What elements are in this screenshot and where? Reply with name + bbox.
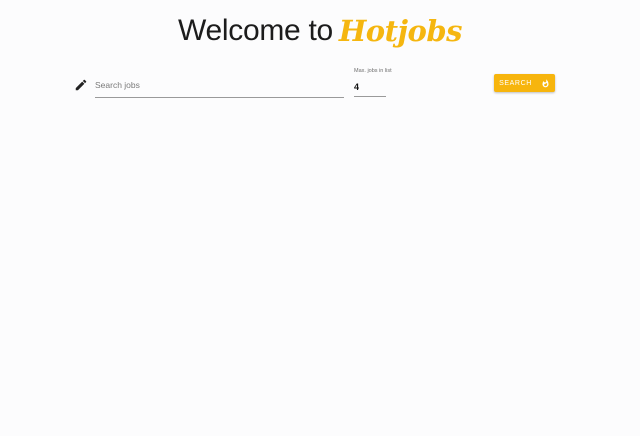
search-button[interactable]: SEARCH <box>494 74 555 92</box>
search-button-label: SEARCH <box>499 79 532 87</box>
search-input[interactable] <box>95 74 344 96</box>
welcome-text: Welcome to <box>178 14 333 47</box>
page-title: Welcome to Hotjobs <box>0 14 640 48</box>
max-jobs-field[interactable] <box>354 77 386 97</box>
page: Welcome toHotjobs Max. jobs in list SEAR… <box>0 0 640 436</box>
brand-logo-text: Hotjobs <box>338 14 463 48</box>
max-jobs-label: Max. jobs in list <box>354 68 392 74</box>
flame-icon <box>541 78 550 88</box>
max-jobs-input[interactable] <box>354 78 386 96</box>
search-jobs-field[interactable] <box>95 74 344 98</box>
pencil-icon <box>74 78 88 92</box>
